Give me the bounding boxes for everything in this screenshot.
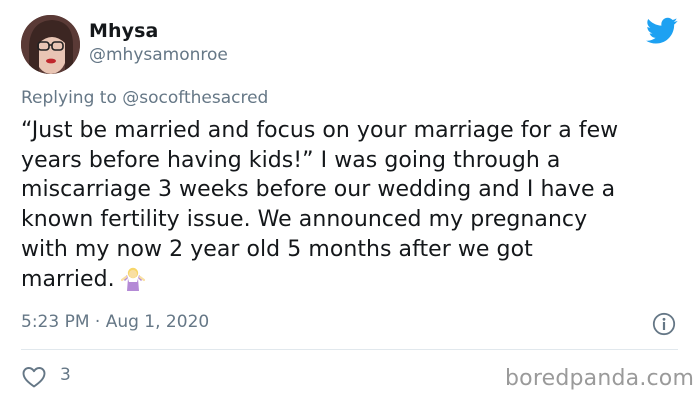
tweet-line: married. bbox=[21, 266, 115, 292]
tweet-line-last: married. bbox=[21, 265, 686, 295]
replying-prefix: Replying to bbox=[21, 88, 123, 108]
tweet-timestamp[interactable]: 5:23 PM · Aug 1, 2020 bbox=[21, 312, 209, 332]
like-count: 3 bbox=[60, 365, 71, 385]
tweet-line: years before having kids!” I was going t… bbox=[21, 147, 561, 173]
avatar-image bbox=[21, 15, 80, 74]
replying-to: Replying to @socofthesacred bbox=[21, 88, 268, 108]
divider bbox=[21, 349, 678, 350]
tweet-line: known fertility issue. We announced my p… bbox=[21, 207, 588, 233]
heart-icon[interactable] bbox=[22, 366, 46, 388]
display-name[interactable]: Mhysa bbox=[89, 20, 158, 42]
user-handle[interactable]: @mhysamonroe bbox=[89, 45, 228, 65]
tweet-line: “Just be married and focus on your marri… bbox=[21, 118, 619, 143]
person-shrugging-emoji bbox=[120, 267, 145, 291]
replying-mention-link[interactable]: @socofthesacred bbox=[122, 88, 268, 108]
tweet-text: “Just be married and focus on your marri… bbox=[21, 116, 686, 294]
watermark: boredpanda.com bbox=[505, 366, 695, 391]
tweet-card: Mhysa @mhysamonroe Replying to @socofthe… bbox=[0, 0, 700, 403]
tweet-line: with my now 2 year old 5 months after we… bbox=[21, 236, 533, 262]
tweet-line: miscarriage 3 weeks before our wedding a… bbox=[21, 177, 616, 203]
avatar[interactable] bbox=[21, 15, 80, 74]
info-icon[interactable] bbox=[652, 312, 676, 336]
twitter-bird-icon[interactable] bbox=[646, 17, 678, 45]
